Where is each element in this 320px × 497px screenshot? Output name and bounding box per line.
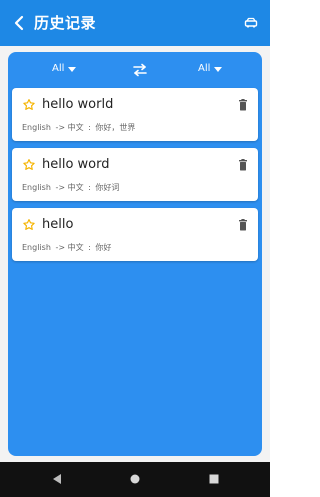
- meta-colon: :: [88, 243, 91, 252]
- star-outline-icon[interactable]: [22, 158, 36, 172]
- dropdown-caret-icon: [214, 67, 223, 72]
- dropdown-caret-icon: [68, 67, 77, 72]
- nav-home-icon: [130, 474, 140, 484]
- history-meta: English -> 中文 : 你好词: [22, 182, 119, 193]
- delete-icon[interactable]: [238, 159, 248, 171]
- nav-back-icon: [53, 474, 61, 484]
- history-meta: English -> 中文 : 你好: [22, 242, 111, 253]
- translation-text: 你好，世界: [95, 123, 136, 132]
- history-item-card[interactable]: hello English -> 中文 : 你好: [12, 208, 258, 261]
- history-item-card[interactable]: hello word English -> 中文 : 你好词: [12, 148, 258, 201]
- top-app-bar: 历史记录: [0, 0, 270, 46]
- target-language: 中文: [67, 183, 84, 192]
- target-language: 中文: [67, 123, 84, 132]
- to-language-filter[interactable]: All: [198, 62, 223, 76]
- source-language: English: [22, 123, 51, 132]
- translation-text: 你好: [95, 243, 112, 252]
- nav-home-button[interactable]: [125, 469, 145, 489]
- language-arrow: ->: [55, 243, 66, 252]
- star-outline-icon[interactable]: [22, 98, 36, 112]
- nav-back-button[interactable]: [47, 469, 67, 489]
- nav-recents-button[interactable]: [204, 469, 224, 489]
- source-language: English: [22, 183, 51, 192]
- history-panel: All All hello world English -> 中文: 你好，世…: [8, 52, 262, 456]
- target-language: 中文: [67, 243, 84, 252]
- source-language: English: [22, 243, 51, 252]
- chevron-left-icon: [14, 15, 24, 31]
- language-arrow: ->: [55, 123, 66, 132]
- back-button[interactable]: [8, 12, 30, 34]
- history-meta: English -> 中文 : 你好，世界: [22, 122, 135, 133]
- history-item-card[interactable]: hello world English -> 中文 : 你好，世界: [12, 88, 258, 141]
- to-language-label: All: [198, 63, 211, 74]
- translation-text: 你好词: [95, 183, 120, 192]
- from-language-label: All: [52, 63, 65, 74]
- delete-icon[interactable]: [238, 99, 248, 111]
- nav-recents-icon: [209, 474, 219, 484]
- swap-icon[interactable]: [131, 62, 149, 78]
- system-navigation-bar: [0, 462, 270, 497]
- history-word: hello world: [42, 97, 114, 112]
- page-title: 历史记录: [34, 14, 97, 32]
- app-root: 历史记录 All All hello world English -> 中文:…: [0, 0, 270, 497]
- history-word: hello word: [42, 157, 110, 172]
- star-outline-icon[interactable]: [22, 218, 36, 232]
- language-arrow: ->: [55, 183, 66, 192]
- meta-colon: :: [88, 123, 91, 132]
- car-icon: [244, 17, 258, 28]
- language-filter-row: All All: [8, 52, 262, 88]
- delete-icon[interactable]: [238, 219, 248, 231]
- from-language-filter[interactable]: All: [52, 62, 77, 76]
- meta-colon: :: [88, 183, 91, 192]
- history-word: hello: [42, 217, 74, 232]
- history-action-button[interactable]: [240, 13, 262, 33]
